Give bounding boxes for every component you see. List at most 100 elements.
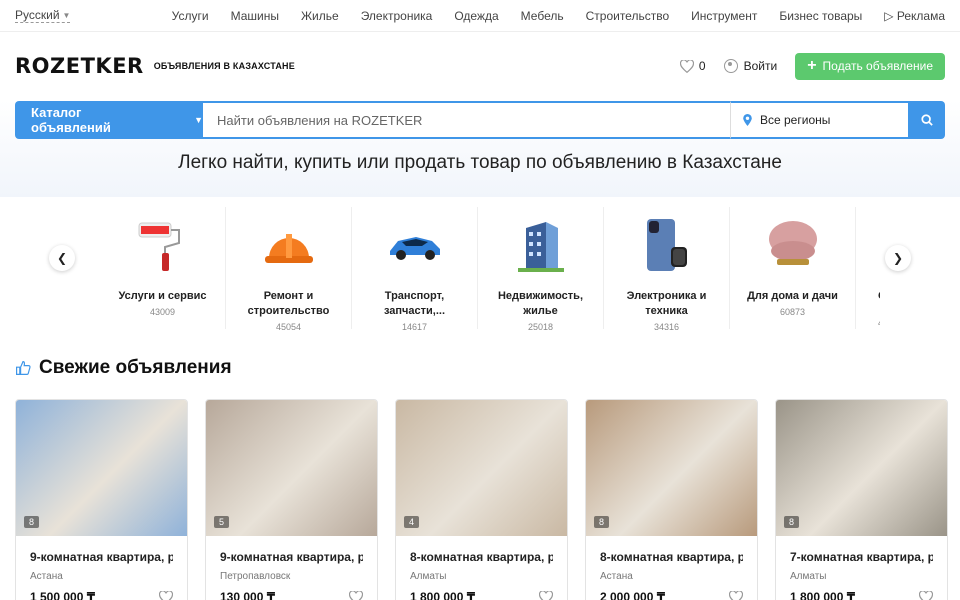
listing-cards: 8 9-комнатная квартира, р Астана 1 500 0… (0, 399, 960, 600)
header: ROZETKER ОБЪЯВЛЕНИЯ В КАЗАХСТАНЕ 0 Войти… (0, 32, 960, 100)
nav-link-housing[interactable]: Жилье (301, 9, 339, 23)
category-item[interactable]: С 40861 (856, 207, 880, 329)
listing-title[interactable]: 9-комнатная квартира, р (30, 550, 173, 564)
category-name-2: техника (645, 305, 688, 317)
search-placeholder: Найти объявления на ROZETKER (217, 112, 423, 128)
user-icon (723, 59, 738, 73)
listing-photo[interactable]: 8 (16, 400, 187, 536)
listing-card[interactable]: 4 8-комнатная квартира, р Алматы 1 800 0… (395, 399, 568, 600)
catalog-label: Каталог объявлений (31, 105, 111, 135)
post-ad-label: Подать объявление (822, 59, 933, 73)
photo-count: 5 (214, 516, 230, 528)
listing-card[interactable]: 5 9-комнатная квартира, р Петропавловск … (205, 399, 378, 600)
listing-title[interactable]: 7-комнатная квартира, р (790, 550, 933, 564)
login-label: Войти (743, 59, 778, 73)
top-bar: Русский ▼ Услуги Машины Жилье Электроник… (0, 0, 960, 32)
smartphone-icon (604, 215, 729, 275)
search-input[interactable]: Найти объявления на ROZETKER (203, 101, 730, 139)
category-count: 25018 (527, 322, 554, 332)
listing-title[interactable]: 8-комнатная квартира, р (600, 550, 743, 564)
language-selector[interactable]: Русский ▼ (15, 8, 71, 23)
nav-link-cars[interactable]: Машины (231, 9, 279, 23)
listing-city: Астана (30, 571, 63, 582)
listing-price: 2 000 000 ₸ (600, 590, 666, 600)
catalog-button[interactable]: Каталог объявлений ▼ (15, 101, 203, 139)
hero-headline: Легко найти, купить или продать товар по… (178, 152, 782, 173)
chevron-down-icon: ▼ (62, 10, 71, 20)
plus-icon: + (807, 57, 817, 74)
category-count: 45054 (275, 322, 302, 332)
search-button[interactable] (908, 101, 945, 139)
category-name-2: жилье (523, 305, 558, 317)
category-carousel: ❮ Услуги и сервис 43009 Ремонт и строител… (0, 207, 960, 339)
heart-icon[interactable] (159, 590, 173, 600)
search-bar: Каталог объявлений ▼ Найти объявления на… (15, 101, 945, 139)
heart-icon (679, 59, 694, 73)
nav-link-business[interactable]: Бизнес товары (779, 9, 862, 23)
category-item[interactable]: Электроника и техника 34316 (604, 207, 730, 332)
car-icon (352, 215, 477, 275)
category-item[interactable]: Для дома и дачи 60873 (730, 207, 856, 329)
heart-icon[interactable] (919, 590, 933, 600)
header-actions: 0 Войти + Подать объявление (679, 52, 945, 80)
listing-photo[interactable]: 8 (776, 400, 947, 536)
listing-card[interactable]: 8 7-комнатная квартира, р Алматы 1 800 0… (775, 399, 948, 600)
category-item[interactable]: Транспорт, запчасти,... 14617 (352, 207, 478, 332)
paint-roller-icon (100, 215, 225, 275)
category-track: Услуги и сервис 43009 Ремонт и строительс… (100, 207, 880, 339)
search-icon (920, 114, 933, 126)
post-ad-button[interactable]: + Подать объявление (795, 52, 945, 80)
carousel-next-button[interactable]: ❯ (885, 245, 911, 271)
listing-price: 1 800 000 ₸ (410, 590, 476, 600)
hard-hat-icon (226, 215, 351, 275)
top-nav: Услуги Машины Жилье Электроника Одежда М… (172, 9, 945, 23)
heart-icon[interactable] (539, 590, 553, 600)
favorites-button[interactable]: 0 (679, 59, 706, 73)
location-pin-icon (743, 114, 752, 126)
listing-city: Астана (600, 571, 633, 582)
listing-title[interactable]: 8-комнатная квартира, р (410, 550, 553, 564)
nav-link-tools[interactable]: Инструмент (691, 9, 757, 23)
category-count: 14617 (401, 322, 428, 332)
listing-city: Петропавловск (220, 571, 291, 582)
thumbs-up-icon (16, 360, 31, 375)
nav-link-construction[interactable]: Строительство (586, 9, 670, 23)
listing-card[interactable]: 8 8-комнатная квартира, р Астана 2 000 0… (585, 399, 758, 600)
nav-link-ads[interactable]: ▷ Реклама (884, 9, 945, 23)
chevron-left-icon: ❮ (56, 251, 68, 265)
listing-price: 1 800 000 ₸ (790, 590, 856, 600)
region-selector[interactable]: Все регионы (730, 101, 908, 139)
section-title: Свежие объявления (0, 357, 960, 379)
heart-icon[interactable] (349, 590, 363, 600)
heart-icon[interactable] (729, 590, 743, 600)
section-title-text: Свежие объявления (39, 357, 232, 378)
listing-photo[interactable]: 8 (586, 400, 757, 536)
category-item[interactable]: Недвижимость, жилье 25018 (478, 207, 604, 332)
nav-link-furniture[interactable]: Мебель (521, 9, 564, 23)
building-icon (478, 215, 603, 275)
listing-photo[interactable]: 5 (206, 400, 377, 536)
category-item[interactable]: Ремонт и строительство 45054 (226, 207, 352, 332)
hero: Каталог объявлений ▼ Найти объявления на… (0, 100, 960, 197)
category-name: С (878, 290, 880, 302)
category-count: 40861 (878, 318, 880, 328)
nav-link-services[interactable]: Услуги (172, 9, 209, 23)
listing-title[interactable]: 9-комнатная квартира, р (220, 550, 363, 564)
listing-price: 1 500 000 ₸ (30, 590, 96, 600)
carousel-prev-button[interactable]: ❮ (49, 245, 75, 271)
category-item[interactable]: Услуги и сервис 43009 (100, 207, 226, 329)
listing-card[interactable]: 8 9-комнатная квартира, р Астана 1 500 0… (15, 399, 188, 600)
logo[interactable]: ROZETKER (15, 54, 144, 78)
category-name: Электроника и (626, 290, 707, 302)
login-button[interactable]: Войти (723, 59, 778, 73)
tagline: ОБЪЯВЛЕНИЯ В КАЗАХСТАНЕ (153, 61, 295, 71)
photo-count: 8 (24, 516, 40, 528)
category-name: Услуги и сервис (118, 290, 207, 302)
nav-link-electronics[interactable]: Электроника (361, 9, 433, 23)
category-name: Транспорт, (384, 290, 445, 302)
listing-photo[interactable]: 4 (396, 400, 567, 536)
category-count: 60873 (779, 307, 806, 317)
favorites-count: 0 (698, 59, 706, 73)
nav-link-clothes[interactable]: Одежда (454, 9, 498, 23)
category-name: Для дома и дачи (747, 290, 838, 302)
